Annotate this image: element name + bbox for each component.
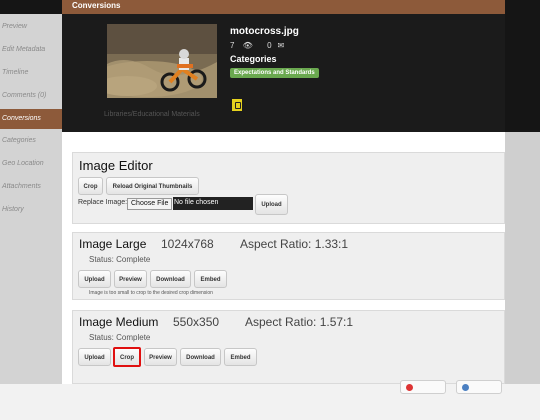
replace-image-label: Replace Image:: [78, 199, 128, 206]
sidebar-item-timeline[interactable]: Timeline: [0, 63, 62, 83]
sidebar: Preview Edit Metadata Timeline Comments …: [0, 14, 68, 384]
categories-heading: Categories: [230, 54, 277, 64]
bottom-button-left[interactable]: [400, 380, 446, 394]
medium-crop-button[interactable]: Crop: [113, 347, 141, 367]
image-editor-panel: Image Editor Crop Reload Original Thumbn…: [72, 152, 505, 224]
upload-replace-button[interactable]: Upload: [255, 194, 288, 215]
bottom-button-right[interactable]: [456, 380, 502, 394]
eye-icon: 👁: [240, 41, 253, 50]
media-thumbnail[interactable]: [107, 24, 217, 98]
media-header: motocross.jpg 7 👁 0 ✉ Categories Expectat…: [62, 14, 505, 132]
choose-file-button[interactable]: Choose File: [127, 198, 173, 210]
views-count: 7 👁: [230, 41, 259, 50]
reload-thumbnails-button[interactable]: Reload Original Thumbnails: [106, 177, 199, 195]
image-large-panel: Image Large 1024x768 Aspect Ratio: 1.33:…: [72, 232, 505, 300]
right-overlay: [505, 132, 540, 384]
crop-warning: Image is too small to crop to the desire…: [89, 290, 213, 296]
file-stats: 7 👁 0 ✉: [230, 41, 296, 50]
right-overlay-top: [505, 0, 540, 132]
medium-upload-button[interactable]: Upload: [78, 348, 111, 366]
large-embed-button[interactable]: Embed: [194, 270, 227, 288]
views-value: 7: [230, 41, 235, 50]
done-icon: [462, 384, 469, 391]
image-large-title: Image Large: [79, 237, 147, 251]
no-file-text: No file chosen: [174, 199, 219, 206]
comments-count: 0 ✉: [267, 41, 290, 50]
image-medium-title: Image Medium: [79, 315, 159, 329]
file-name: motocross.jpg: [230, 26, 299, 37]
image-medium-dims: 550x350: [173, 315, 220, 329]
image-medium-panel: Image Medium 550x350 Aspect Ratio: 1.57:…: [72, 310, 505, 384]
cancel-icon: [406, 384, 413, 391]
editor-crop-button[interactable]: Crop: [78, 177, 103, 195]
image-large-aspect: Aspect Ratio: 1.33:1: [240, 237, 349, 251]
sidebar-item-preview[interactable]: Preview: [0, 17, 62, 37]
lock-icon: [232, 99, 242, 111]
top-bar: Conversions: [0, 0, 540, 14]
medium-preview-button[interactable]: Preview: [144, 348, 177, 366]
image-medium-status: Status: Complete: [89, 333, 151, 342]
sidebar-item-history[interactable]: History: [0, 200, 62, 220]
category-tag[interactable]: Expectations and Standards: [230, 68, 319, 78]
image-large-status: Status: Complete: [89, 255, 151, 264]
medium-embed-button[interactable]: Embed: [224, 348, 257, 366]
large-upload-button[interactable]: Upload: [78, 270, 111, 288]
section-header: [62, 0, 505, 14]
sidebar-item-categories[interactable]: Categories: [0, 131, 62, 151]
folder-path: Libraries/Educational Materials: [104, 111, 200, 118]
image-medium-aspect: Aspect Ratio: 1.57:1: [245, 315, 354, 329]
section-title: Conversions: [72, 1, 121, 10]
sidebar-item-edit-metadata[interactable]: Edit Metadata: [0, 40, 62, 60]
image-editor-title: Image Editor: [79, 158, 153, 173]
sidebar-item-comments[interactable]: Comments (0): [0, 86, 62, 106]
comments-value: 0: [267, 41, 272, 50]
image-large-dims: 1024x768: [161, 237, 214, 251]
comment-icon: ✉: [277, 41, 285, 50]
conversions-content: Image Editor Crop Reload Original Thumbn…: [62, 132, 505, 384]
sidebar-item-attachments[interactable]: Attachments: [0, 177, 62, 197]
sidebar-item-geo-location[interactable]: Geo Location: [0, 154, 62, 174]
large-download-button[interactable]: Download: [150, 270, 191, 288]
medium-download-button[interactable]: Download: [180, 348, 221, 366]
sidebar-item-conversions[interactable]: Conversions: [0, 109, 68, 129]
large-preview-button[interactable]: Preview: [114, 270, 147, 288]
